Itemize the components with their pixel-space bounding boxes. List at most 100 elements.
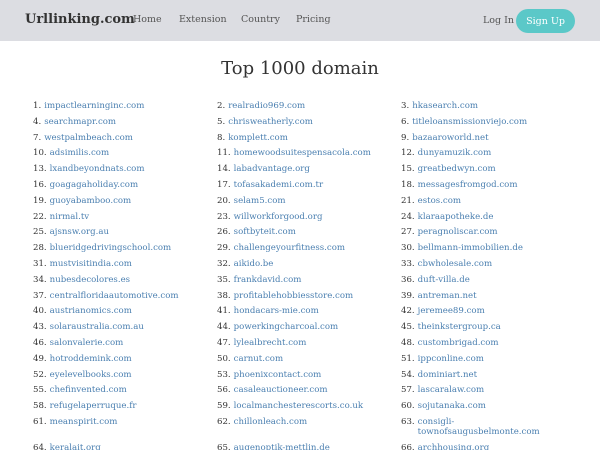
domain-link[interactable]: willworkforgood.org: [234, 212, 323, 222]
domain-link[interactable]: centralfloridaautomotive.com: [50, 291, 179, 301]
domain-link[interactable]: estos.com: [418, 196, 461, 206]
domain-link[interactable]: jeremee89.com: [418, 306, 485, 316]
domain-link[interactable]: chefinvented.com: [50, 385, 127, 395]
domain-link[interactable]: hotroddemink.com: [50, 354, 132, 364]
domain-link[interactable]: casaleauctioneer.com: [234, 385, 328, 395]
domain-link[interactable]: westpalmbeach.com: [44, 133, 133, 143]
list-item: 48. custombrigad.com: [401, 338, 578, 354]
domain-link[interactable]: powerkingcharcoal.com: [234, 322, 339, 332]
nav-pricing[interactable]: Pricing: [296, 14, 331, 25]
domain-link[interactable]: searchmapr.com: [44, 117, 116, 127]
list-item: 32. aikido.be: [217, 259, 401, 275]
domain-link[interactable]: theinkstergroup.ca: [418, 322, 501, 332]
domain-link[interactable]: guoyabamboo.com: [50, 196, 132, 206]
nav-country[interactable]: Country: [241, 14, 280, 25]
domain-link[interactable]: eyelevelbooks.com: [50, 370, 132, 380]
domain-link[interactable]: titleloansmissionviejo.com: [412, 117, 527, 127]
rank-number: 54.: [401, 369, 415, 380]
rank-number: 64.: [33, 442, 47, 450]
domain-link[interactable]: homewoodsuitespensacola.com: [234, 148, 371, 158]
domain-link[interactable]: phoenixcontact.com: [234, 370, 322, 380]
rank-number: 38.: [217, 290, 231, 301]
list-item: 10. adsimilis.com: [33, 148, 217, 164]
nav-home[interactable]: Home: [133, 14, 162, 25]
list-item: 44. powerkingcharcoal.com: [217, 322, 401, 338]
login-link[interactable]: Log In: [483, 15, 514, 26]
domain-link[interactable]: chrisweatherly.com: [228, 117, 313, 127]
list-item: 54. dominiart.net: [401, 370, 578, 386]
domain-link[interactable]: hkasearch.com: [412, 101, 478, 111]
list-item: 57. lascaralaw.com: [401, 385, 578, 401]
domain-link[interactable]: lascaralaw.com: [418, 385, 485, 395]
domain-link[interactable]: keralait.org: [50, 443, 101, 450]
rank-number: 25.: [33, 227, 47, 238]
rank-number: 20.: [217, 195, 231, 206]
rank-number: 60.: [401, 401, 415, 412]
signup-button[interactable]: Sign Up: [516, 9, 575, 33]
list-item: 16. goagagaholiday.com: [33, 180, 217, 196]
domain-link[interactable]: augenoptik-mettlin.de: [234, 443, 330, 450]
domain-link[interactable]: sojutanaka.com: [418, 401, 486, 411]
domain-link[interactable]: antreman.net: [418, 291, 477, 301]
domain-link[interactable]: localmanchesterescorts.co.uk: [234, 401, 363, 411]
domain-link[interactable]: softbyteit.com: [234, 227, 296, 237]
domain-link[interactable]: nubesdecolores.es: [50, 275, 130, 285]
domain-link[interactable]: solaraustralia.com.au: [50, 322, 144, 332]
domain-link[interactable]: blueridgedrivingschool.com: [50, 243, 172, 253]
rank-number: 22.: [33, 211, 47, 222]
domain-link[interactable]: dominiart.net: [418, 370, 477, 380]
rank-number: 44.: [217, 322, 231, 333]
domain-link[interactable]: klaraapotheke.de: [418, 212, 494, 222]
domain-link[interactable]: cbwholesale.com: [418, 259, 492, 269]
domain-link[interactable]: messagesfromgod.com: [418, 180, 518, 190]
domain-link[interactable]: greatbedwyn.com: [418, 164, 496, 174]
domain-link[interactable]: profitablehobbiesstore.com: [234, 291, 353, 301]
list-item: 40. austrianomics.com: [33, 306, 217, 322]
domain-link[interactable]: peragnoliscar.com: [418, 227, 498, 237]
list-item: 42. jeremee89.com: [401, 306, 578, 322]
domain-link[interactable]: chillonleach.com: [234, 417, 307, 427]
list-item: 38. profitablehobbiesstore.com: [217, 291, 401, 307]
list-item: 65. augenoptik-mettlin.de: [217, 443, 401, 450]
domain-link[interactable]: selam5.com: [234, 196, 286, 206]
domain-link[interactable]: aikido.be: [234, 259, 274, 269]
domain-link[interactable]: bazaaroworld.net: [412, 133, 488, 143]
domain-link[interactable]: ippconline.com: [418, 354, 484, 364]
domain-link[interactable]: dunyamuzik.com: [418, 148, 492, 158]
rank-number: 56.: [217, 385, 231, 396]
domain-link[interactable]: hondacars-mie.com: [234, 306, 319, 316]
domain-link[interactable]: goagagaholiday.com: [50, 180, 138, 190]
domain-link[interactable]: impactlearninginc.com: [44, 101, 144, 111]
domain-link[interactable]: meanspirit.com: [50, 417, 118, 427]
domain-link[interactable]: refugelaperruque.fr: [50, 401, 137, 411]
domain-link[interactable]: challengeyourfitness.com: [234, 243, 345, 253]
domain-link[interactable]: komplett.com: [228, 133, 288, 143]
domain-link[interactable]: duft-villa.de: [418, 275, 470, 285]
domain-link[interactable]: carnut.com: [234, 354, 283, 364]
domain-link[interactable]: bellmann-immobilien.de: [418, 243, 523, 253]
domain-link[interactable]: consigli-townofsaugusbelmonte.com: [418, 417, 558, 437]
rank-number: 9.: [401, 132, 410, 143]
domain-link[interactable]: lylealbrecht.com: [234, 338, 307, 348]
domain-link[interactable]: labadvantage.org: [234, 164, 310, 174]
domain-link[interactable]: tofasakademi.com.tr: [234, 180, 323, 190]
domain-link[interactable]: nirmal.tv: [50, 212, 89, 222]
list-item: 5. chrisweatherly.com: [217, 117, 401, 133]
domain-link[interactable]: custombrigad.com: [418, 338, 499, 348]
list-item: 19. guoyabamboo.com: [33, 196, 217, 212]
domain-link[interactable]: lxandbeyondnats.com: [50, 164, 145, 174]
list-item: 61. meanspirit.com: [33, 417, 217, 443]
domain-link[interactable]: archhousing.org: [418, 443, 490, 450]
domain-link[interactable]: ajsnsw.org.au: [50, 227, 109, 237]
brand-logo[interactable]: Urllinking.com: [25, 12, 135, 27]
domain-link[interactable]: mustvisitindia.com: [50, 259, 132, 269]
domain-link[interactable]: realradio969.com: [228, 101, 305, 111]
list-item: 39. antreman.net: [401, 291, 578, 307]
domain-link[interactable]: adsimilis.com: [50, 148, 109, 158]
domain-link[interactable]: frankdavid.com: [234, 275, 302, 285]
domain-link[interactable]: austrianomics.com: [50, 306, 132, 316]
list-item: 4. searchmapr.com: [33, 117, 217, 133]
nav-extension[interactable]: Extension: [179, 14, 227, 25]
domain-link[interactable]: salonvalerie.com: [50, 338, 124, 348]
list-item: 47. lylealbrecht.com: [217, 338, 401, 354]
